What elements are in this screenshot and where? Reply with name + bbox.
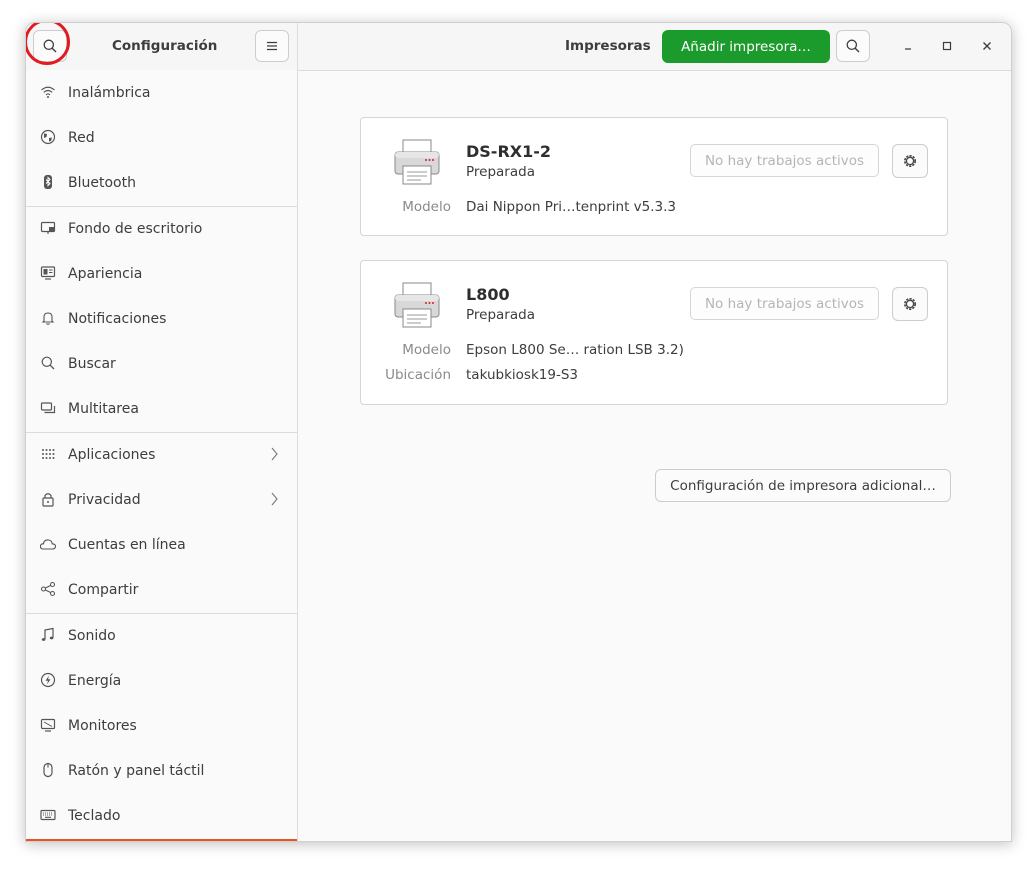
sidebar-item-label: Bluetooth	[68, 174, 136, 191]
sidebar-item-label: Compartir	[68, 581, 139, 598]
sidebar-item-label: Red	[68, 129, 95, 146]
desktop-background-icon	[38, 218, 58, 238]
music-note-icon	[38, 625, 58, 645]
minimize-icon	[905, 48, 911, 50]
active-jobs-button[interactable]: No hay trabajos activos	[690, 287, 879, 320]
mouse-icon	[38, 760, 58, 780]
globe-icon	[38, 127, 58, 147]
share-icon	[38, 579, 58, 599]
settings-window: Configuración Impresoras Añadir impresor…	[25, 22, 1012, 842]
sidebar-item-power[interactable]: Energía	[26, 658, 297, 703]
multitasking-icon	[38, 398, 58, 418]
sidebar-item-label: Teclado	[68, 807, 121, 824]
sidebar-item-label: Sonido	[68, 627, 116, 644]
sidebar-item-label: Notificaciones	[68, 310, 167, 327]
sidebar-item-appearance[interactable]: Apariencia	[26, 251, 297, 296]
location-label: Ubicación	[385, 367, 451, 383]
printer-search-button[interactable]	[836, 30, 870, 62]
sidebar-item-notifications[interactable]: Notificaciones	[26, 296, 297, 341]
sidebar-item-label: Fondo de escritorio	[68, 220, 203, 237]
sidebar-item-label: Energía	[68, 672, 122, 689]
sidebar-item-label: Monitores	[68, 717, 137, 734]
sidebar-item-label: Aplicaciones	[68, 446, 156, 463]
sidebar-item-bluetooth[interactable]: Bluetooth	[26, 160, 297, 205]
additional-printer-settings-button[interactable]: Configuración de impresora adicional…	[655, 469, 951, 502]
lock-icon	[38, 489, 58, 509]
sidebar-item-label: Buscar	[68, 355, 116, 372]
active-jobs-button[interactable]: No hay trabajos activos	[690, 144, 879, 177]
sidebar-search-button[interactable]	[33, 30, 67, 62]
add-printer-button[interactable]: Añadir impresora…	[662, 30, 830, 63]
maximize-button[interactable]	[936, 35, 958, 57]
location-value: takubkiosk19-S3	[466, 367, 578, 383]
sidebar-item-keyboard[interactable]: Teclado	[26, 793, 297, 838]
printer-icon	[393, 138, 441, 190]
printer-settings-button[interactable]	[892, 144, 928, 178]
sidebar-item-label: Apariencia	[68, 265, 143, 282]
chevron-right-icon	[268, 445, 280, 467]
hamburger-menu-icon	[267, 41, 277, 51]
sidebar-item-sound[interactable]: Sonido	[26, 613, 297, 658]
wifi-icon	[38, 82, 58, 102]
bluetooth-icon	[38, 172, 58, 192]
gear-icon	[904, 155, 916, 167]
gear-icon	[904, 298, 916, 310]
sidebar-item-label: Multitarea	[68, 400, 139, 417]
printer-name: L800	[466, 285, 510, 304]
search-icon	[38, 353, 58, 373]
sidebar-scroll-accent	[26, 839, 297, 841]
maximize-icon	[942, 41, 952, 51]
sidebar-item-displays[interactable]: Monitores	[26, 703, 297, 748]
power-icon	[38, 670, 58, 690]
sidebar-header: Configuración	[26, 23, 298, 70]
sidebar-item-label: Privacidad	[68, 491, 141, 508]
monitor-icon	[38, 715, 58, 735]
printer-settings-button[interactable]	[892, 287, 928, 321]
page-title: Impresoras	[565, 38, 651, 54]
model-value: Epson L800 Se… ration LSB 3.2)	[466, 342, 684, 358]
printer-status: Preparada	[466, 307, 535, 323]
sidebar-item-background[interactable]: Fondo de escritorio	[26, 206, 297, 251]
sidebar-item-mouse-touchpad[interactable]: Ratón y panel táctil	[26, 748, 297, 793]
keyboard-icon	[38, 805, 58, 825]
minimize-button[interactable]	[897, 35, 919, 57]
sidebar-item-wireless[interactable]: Inalámbrica	[26, 70, 297, 115]
sidebar-item-label: Inalámbrica	[68, 84, 151, 101]
printer-card: L800 Preparada No hay trabajos activos M…	[360, 260, 948, 405]
sidebar-item-label: Ratón y panel táctil	[68, 762, 205, 779]
sidebar-item-sharing[interactable]: Compartir	[26, 567, 297, 612]
printer-status: Preparada	[466, 164, 535, 180]
chevron-right-icon	[268, 490, 280, 512]
header-bar: Configuración Impresoras Añadir impresor…	[26, 23, 1011, 71]
search-icon	[846, 39, 860, 53]
appearance-icon	[38, 263, 58, 283]
model-value: Dai Nippon Pri…tenprint v5.3.3	[466, 199, 677, 215]
sidebar-item-privacy[interactable]: Privacidad	[26, 477, 297, 522]
sidebar-item-applications[interactable]: Aplicaciones	[26, 432, 297, 477]
sidebar-item-multitasking[interactable]: Multitarea	[26, 386, 297, 431]
close-icon	[983, 42, 991, 50]
sidebar-item-label: Cuentas en línea	[68, 536, 186, 553]
model-label: Modelo	[402, 199, 451, 215]
printer-card: DS-RX1-2 Preparada No hay trabajos activ…	[360, 117, 948, 236]
printers-panel: DS-RX1-2 Preparada No hay trabajos activ…	[298, 71, 1011, 841]
close-button[interactable]	[976, 35, 998, 57]
bell-icon	[38, 308, 58, 328]
sidebar-item-online-accounts[interactable]: Cuentas en línea	[26, 522, 297, 567]
sidebar-item-search[interactable]: Buscar	[26, 341, 297, 386]
sidebar-item-network[interactable]: Red	[26, 115, 297, 160]
sidebar: Inalámbrica Red Bluetooth Fondo de escri…	[26, 70, 298, 841]
apps-grid-icon	[38, 444, 58, 464]
printer-icon	[393, 281, 441, 333]
printer-name: DS-RX1-2	[466, 142, 552, 161]
sidebar-title: Configuración	[112, 38, 218, 54]
search-icon	[43, 39, 57, 53]
model-label: Modelo	[402, 342, 451, 358]
cloud-icon	[38, 534, 58, 554]
main-menu-button[interactable]	[255, 30, 289, 62]
